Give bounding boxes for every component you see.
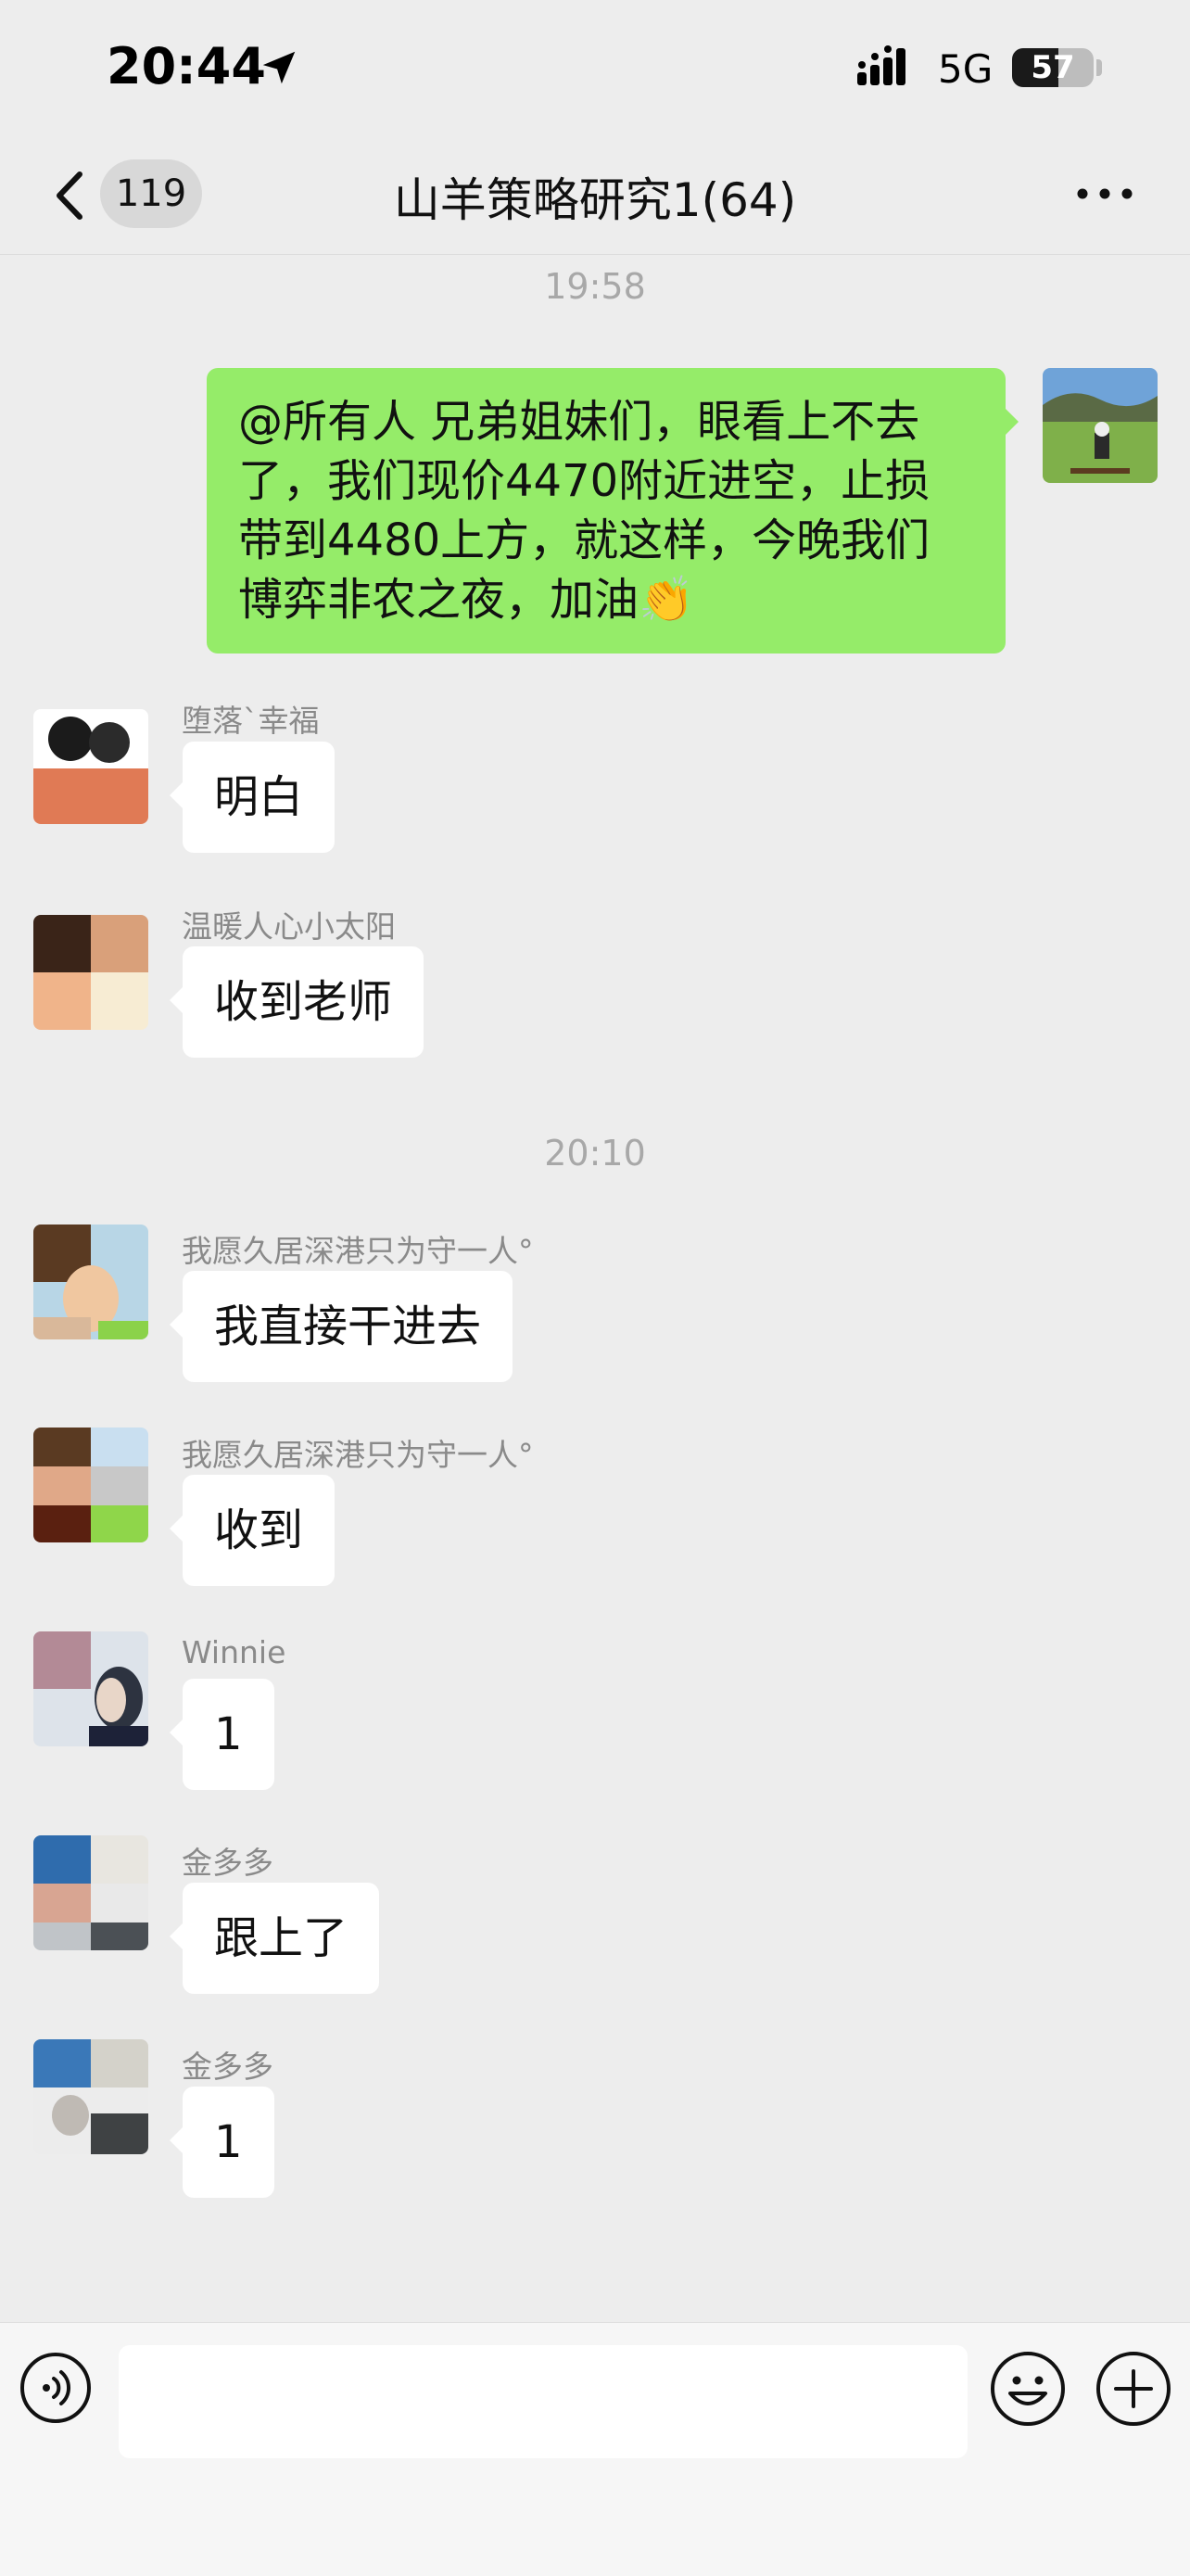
my-avatar[interactable] xyxy=(1043,368,1158,483)
signal-bars-icon xyxy=(857,45,905,85)
status-time: 20:44 xyxy=(107,37,266,95)
incoming-message[interactable]: 我直接干进去 xyxy=(169,1271,513,1382)
sender-name: 金多多 xyxy=(182,2049,273,2085)
incoming-message[interactable]: 1 xyxy=(170,1679,274,1790)
sender-name: 我愿久居深港只为守一人° xyxy=(182,1437,534,1473)
battery-nub xyxy=(1096,59,1102,76)
avatar[interactable] xyxy=(33,1428,148,1542)
message-list[interactable]: 19:58 @所有人 兄弟姐妹们，眼看上不去了，我们现价4470附近进空，止损带… xyxy=(0,255,1190,2322)
nav-bar: 119 山羊策略研究1(64) xyxy=(0,139,1190,255)
avatar[interactable] xyxy=(33,2039,148,2154)
battery-level: 57 xyxy=(1031,49,1075,86)
incoming-message[interactable]: 收到老师 xyxy=(169,946,424,1058)
sender-name: 我愿久居深港只为守一人° xyxy=(182,1233,534,1269)
sender-name: Winnie xyxy=(182,1634,286,1670)
sender-name: 温暖人心小太阳 xyxy=(182,908,396,945)
battery-icon: 57 xyxy=(1012,48,1094,87)
input-bar xyxy=(0,2322,1190,2576)
network-label: 5G xyxy=(938,46,994,92)
timestamp: 20:10 xyxy=(544,1133,646,1174)
avatar[interactable] xyxy=(33,1225,148,1339)
avatar[interactable] xyxy=(33,709,148,824)
location-arrow-icon xyxy=(262,51,296,84)
avatar[interactable] xyxy=(33,915,148,1030)
timestamp: 19:58 xyxy=(544,266,646,307)
incoming-message[interactable]: 跟上了 xyxy=(169,1883,380,1994)
incoming-message[interactable]: 明白 xyxy=(169,742,335,853)
sender-name: 堕落`幸福 xyxy=(182,703,320,739)
chat-title: 山羊策略研究1(64) xyxy=(393,173,797,227)
message-input[interactable] xyxy=(119,2345,968,2458)
avatar[interactable] xyxy=(33,1631,148,1746)
avatar[interactable] xyxy=(33,1835,148,1950)
more-dots-icon[interactable] xyxy=(1071,180,1138,208)
incoming-message[interactable]: 1 xyxy=(170,2087,274,2198)
sender-name: 金多多 xyxy=(182,1845,273,1881)
plus-icon[interactable] xyxy=(1094,2349,1173,2429)
emoji-icon[interactable] xyxy=(988,2349,1068,2429)
incoming-message[interactable]: 收到 xyxy=(169,1475,335,1586)
outgoing-message[interactable]: @所有人 兄弟姐妹们，眼看上不去了，我们现价4470附近进空，止损带到4480上… xyxy=(207,368,1019,654)
voice-icon[interactable] xyxy=(19,2351,93,2425)
status-bar: 20:44 5G 57 xyxy=(0,0,1190,139)
